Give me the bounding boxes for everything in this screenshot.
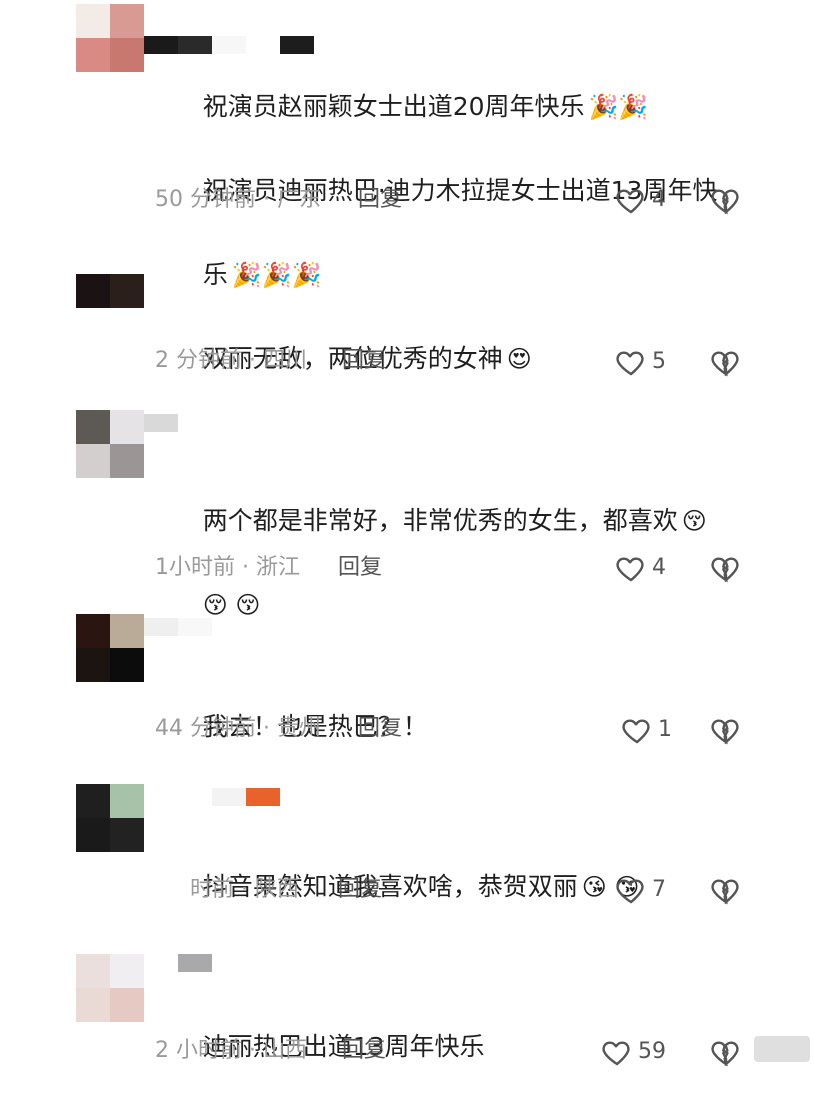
reply-button[interactable]: 回复	[342, 346, 386, 376]
username-redacted[interactable]	[144, 954, 212, 972]
reply-button[interactable]: 回复	[342, 1036, 386, 1066]
comment-list: 祝演员赵丽颖女士出道20周年快乐 🎉🎉 祝演员迪丽热巴·迪力木拉提女士出道13周年…	[0, 0, 814, 1080]
comment-meta: 1小时前 · 浙江	[155, 555, 300, 580]
reply-button[interactable]: 回复	[338, 553, 382, 583]
reply-button[interactable]: 回复	[358, 185, 402, 215]
avatar[interactable]	[76, 4, 144, 72]
broken-heart-icon[interactable]	[710, 184, 742, 216]
like-count: 4	[652, 187, 666, 212]
party-popper-emoji: 🎉🎉🎉	[231, 261, 322, 289]
kissing-emoji: 😚 😚	[202, 591, 261, 619]
party-popper-emoji: 🎉🎉	[588, 93, 649, 121]
heart-eyes-emoji: 😍	[506, 345, 532, 373]
comment-meta: 2 小时前 · 山西	[155, 1038, 307, 1063]
comment-meta: 44 分钟前 · 贵州	[155, 716, 321, 741]
heart-icon	[616, 351, 644, 376]
broken-heart-icon[interactable]	[710, 874, 742, 906]
like-count: 1	[658, 717, 672, 742]
comment-text-line: 两个都是非常好，非常优秀的女生，都喜欢	[202, 506, 678, 535]
broken-heart-icon[interactable]	[710, 714, 742, 746]
username-redacted[interactable]	[144, 618, 212, 636]
reply-button[interactable]: 回复	[358, 714, 402, 744]
like-button[interactable]: 59	[600, 1034, 666, 1070]
comment-meta: 时前 · 陕西	[190, 877, 299, 902]
comment-meta: 2 分钟前 · 四川	[155, 348, 307, 373]
heart-icon	[616, 879, 644, 904]
heart-icon	[622, 719, 650, 744]
comment-meta: 50 分钟前 · 广东	[155, 187, 321, 212]
like-count: 5	[652, 349, 666, 374]
avatar[interactable]	[76, 410, 144, 478]
like-button[interactable]: 5	[614, 344, 666, 380]
like-count: 7	[652, 877, 666, 902]
avatar[interactable]	[76, 614, 144, 682]
like-button[interactable]: 4	[614, 550, 666, 586]
like-count: 4	[652, 555, 666, 580]
avatar[interactable]	[76, 954, 144, 1022]
heart-icon	[616, 557, 644, 582]
comment-text-line: 乐	[202, 260, 228, 289]
username-redacted[interactable]	[144, 788, 280, 806]
broken-heart-icon[interactable]	[710, 1036, 742, 1068]
username-redacted[interactable]	[144, 414, 178, 432]
kissing-emoji: 😚	[681, 507, 707, 535]
heart-icon	[616, 189, 644, 214]
watermark	[754, 1036, 810, 1062]
reply-button[interactable]: 回复	[338, 875, 382, 905]
broken-heart-icon[interactable]	[710, 552, 742, 584]
like-count: 59	[638, 1039, 666, 1064]
avatar[interactable]	[76, 274, 144, 342]
like-button[interactable]: 7	[614, 872, 666, 908]
avatar[interactable]	[76, 784, 144, 852]
broken-heart-icon[interactable]	[710, 346, 742, 378]
comment-text-line: 祝演员赵丽颖女士出道20周年快乐	[202, 92, 585, 121]
heart-icon	[602, 1041, 630, 1066]
like-button[interactable]: 4	[614, 182, 666, 218]
like-button[interactable]: 1	[620, 712, 672, 748]
